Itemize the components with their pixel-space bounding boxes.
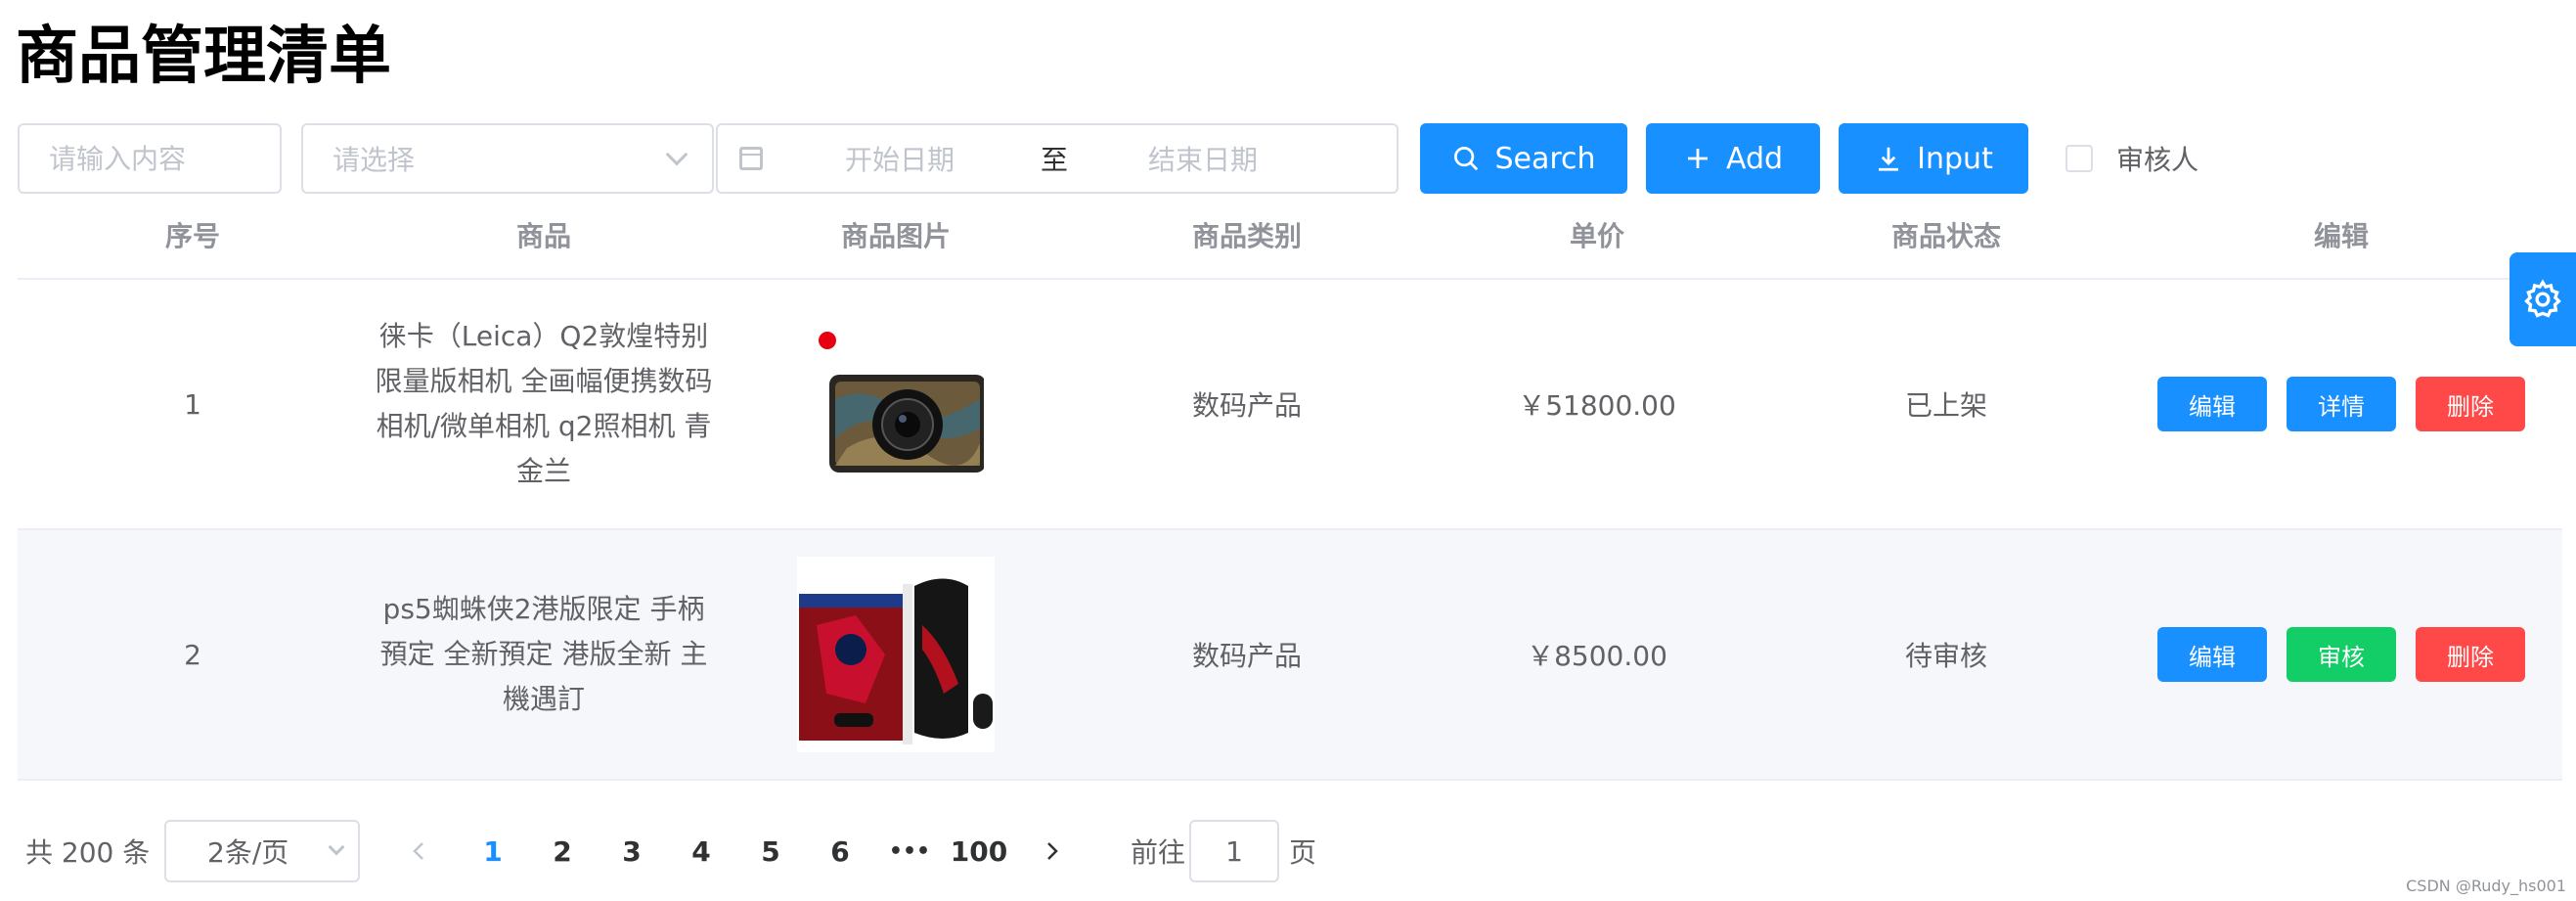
row-actions: 编辑 详情 删除 [2120,280,2562,528]
page-4[interactable]: 4 [667,820,735,882]
settings-toggle[interactable] [2509,252,2576,346]
header-edit: 编辑 [2313,220,2369,252]
page-3[interactable]: 3 [598,820,666,882]
search-button-label: Search [1494,141,1596,176]
page-last[interactable]: 100 [945,820,1013,882]
date-separator: 至 [1041,144,1069,176]
product-status: 已上架 [1904,389,1987,422]
edit-button[interactable]: 编辑 [2157,627,2267,682]
delete-button[interactable]: 删除 [2416,627,2525,682]
product-name: 徕卡（Leica）Q2敦煌特别限量版相机 全画幅便携数码相机/微单相机 q2照相… [375,320,713,487]
edit-button[interactable]: 编辑 [2157,377,2267,431]
page-1[interactable]: 1 [459,820,527,882]
goto-suffix: 页 [1289,836,1317,869]
product-status: 待审核 [1904,640,1987,672]
product-category: 数码产品 [1191,389,1302,422]
download-icon [1879,147,1899,171]
review-button[interactable]: 审核 [2287,627,2396,682]
search-icon [1454,147,1479,171]
next-page-button[interactable] [1033,820,1072,882]
search-button[interactable]: Search [1420,123,1627,194]
header-image: 商品图片 [840,220,951,252]
header-status: 商品状态 [1890,220,2001,252]
chevron-left-icon [413,842,423,860]
pagination-total: 共 200 条 [25,836,151,869]
keyword-input[interactable] [20,142,280,175]
page-size-select[interactable]: 2条/页 [164,820,360,882]
checkbox-box[interactable] [2065,145,2093,172]
input-button-label: Input [1917,141,1993,176]
page-2[interactable]: 2 [528,820,597,882]
calendar-icon [739,147,763,170]
reviewer-checkbox[interactable]: 审核人 [2065,123,2198,194]
date-start[interactable]: 开始日期 [845,139,955,178]
page-ellipsis[interactable]: ••• [875,820,944,882]
page-size-value: 2条/页 [207,836,289,869]
row-index: 1 [184,387,201,421]
header-price: 单价 [1569,220,1624,252]
product-price: ￥51800.00 [1518,389,1676,422]
keyword-input-wrapper [18,123,282,194]
table-row: 1 徕卡（Leica）Q2敦煌特别限量版相机 全画幅便携数码相机/微单相机 q2… [18,280,2562,530]
reviewer-label: 审核人 [2116,144,2199,176]
product-category: 数码产品 [1191,640,1302,672]
add-button[interactable]: Add [1646,123,1820,194]
goto-page-input[interactable]: 1 [1189,820,1279,882]
date-range-picker[interactable]: 开始日期 至 结束日期 [716,123,1399,194]
page-5[interactable]: 5 [736,820,805,882]
row-index: 2 [184,638,201,671]
delete-button[interactable]: 删除 [2416,377,2525,431]
product-image [720,280,1072,528]
table-header: 序号 商品 商品图片 商品类别 单价 商品状态 编辑 [18,196,2562,280]
chevron-down-icon [665,143,688,166]
ps5-image [797,557,995,752]
page-title: 商品管理清单 [16,21,391,93]
page-6[interactable]: 6 [806,820,874,882]
table-row: 2 ps5蜘蛛侠2港版限定 手柄預定 全新預定 港版全新 主機遇訂 数码产品 ￥… [18,530,2562,781]
detail-button[interactable]: 详情 [2287,377,2396,431]
category-select-placeholder: 请选择 [333,144,416,176]
gear-icon [2524,279,2561,318]
goods-table: 序号 商品 商品图片 商品类别 单价 商品状态 编辑 1 徕卡（Leica）Q2… [18,196,2562,781]
watermark: CSDN @Rudy_hs001 [2406,877,2566,895]
add-button-label: Add [1725,141,1784,176]
product-image [720,530,1072,779]
goto-page-value: 1 [1225,834,1243,868]
goto-label: 前往 [1131,836,1186,869]
header-index: 序号 [164,220,220,252]
header-product: 商品 [515,220,571,252]
pagination: 共 200 条 2条/页 1 2 3 4 5 6 ••• 100 前往 1 页 [25,820,1395,882]
prev-page-button[interactable] [399,820,438,882]
toolbar: 请选择 开始日期 至 结束日期 Search Add Input 审核人 [18,123,2267,196]
date-end[interactable]: 结束日期 [1148,139,1258,178]
chevron-right-icon [1047,842,1058,860]
product-name: ps5蜘蛛侠2港版限定 手柄預定 全新預定 港版全新 主機遇訂 [379,593,708,715]
input-button[interactable]: Input [1839,123,2028,194]
product-price: ￥8500.00 [1527,640,1667,672]
camera-image [819,332,984,473]
header-category: 商品类别 [1191,220,1302,252]
row-actions: 编辑 审核 删除 [2120,530,2562,779]
category-select[interactable]: 请选择 [301,123,714,194]
chevron-down-icon [328,838,345,856]
plus-icon [1687,149,1708,168]
